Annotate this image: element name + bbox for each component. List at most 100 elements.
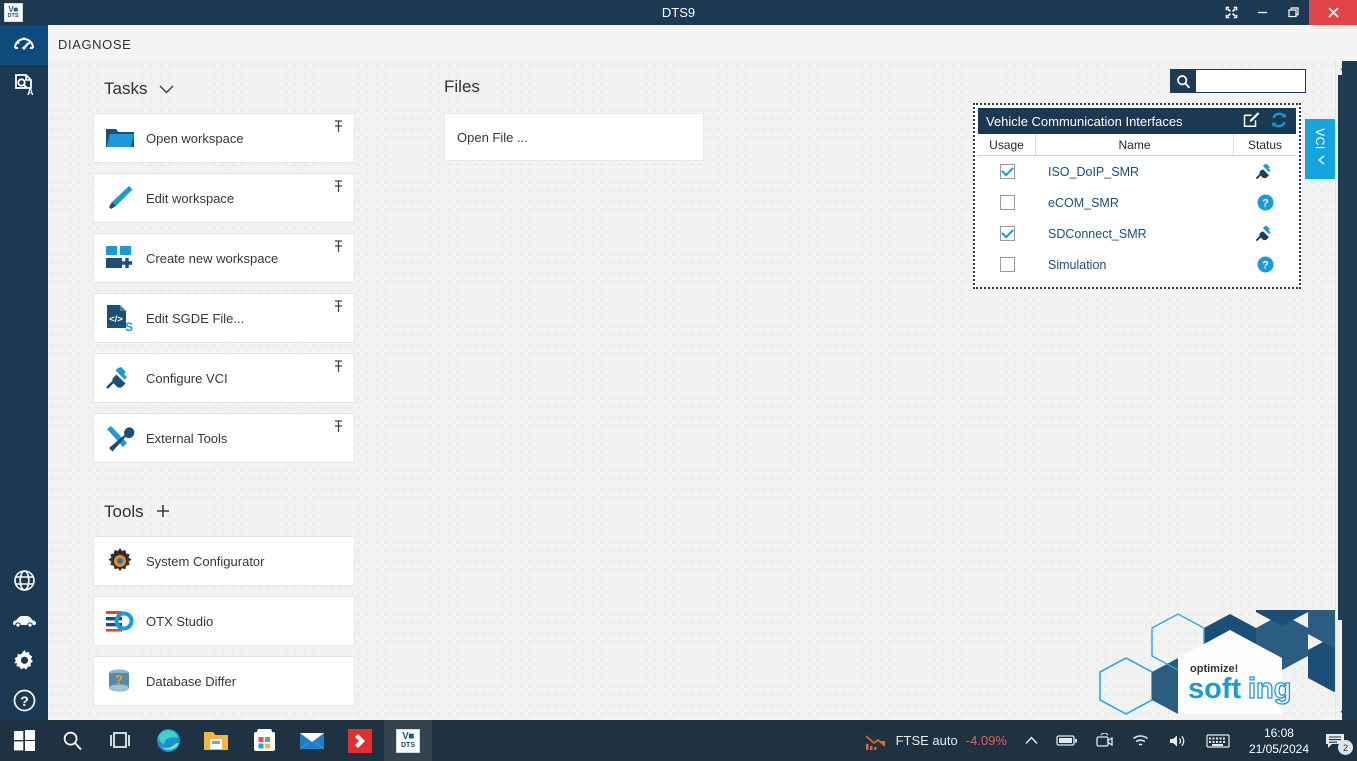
files-section-header: Files [444,77,480,97]
taskbar-clock[interactable]: 16:08 21/05/2024 [1239,725,1319,757]
battery-status-icon[interactable] [1047,720,1087,761]
table-row[interactable]: ISO_DoIP_SMR [978,156,1296,187]
vci-name: SDConnect_SMR [1036,227,1234,241]
code-file-icon: </> S [94,304,146,332]
task-label: Open workspace [146,131,244,146]
table-row[interactable]: SDConnect_SMR [978,218,1296,249]
left-navigation-rail: A [0,25,48,720]
taskbar-edge[interactable] [144,720,192,761]
task-view-button[interactable] [96,720,144,761]
vci-name: Simulation [1036,258,1234,272]
refresh-icon[interactable] [1270,111,1288,132]
vci-usage-checkbox[interactable] [1000,257,1015,272]
volume-control-icon[interactable] [1159,720,1197,761]
network-status-icon[interactable] [1122,720,1159,761]
taskbar-store[interactable] [240,720,288,761]
taskbar-search-button[interactable] [48,720,96,761]
vci-usage-checkbox[interactable] [1000,195,1015,210]
restore-fullscreen-button[interactable] [1216,0,1247,25]
pin-icon[interactable] [333,300,344,316]
svg-text:ing: ing [1248,673,1292,705]
meet-now-icon[interactable] [1087,720,1122,761]
search-input[interactable] [1196,69,1306,93]
sidebar-item-help[interactable]: ? [0,680,48,720]
task-label: Create new workspace [146,251,278,266]
svg-text:soft: soft [1188,673,1242,705]
pin-icon[interactable] [333,120,344,136]
task-card-configure-vci[interactable]: Configure VCI [93,353,355,403]
tool-card-system-configurator[interactable]: System Configurator [93,536,355,586]
tool-card-database-differ[interactable]: ? Database Differ [93,656,355,706]
stock-widget[interactable]: FTSE auto -4.09% [855,720,1016,761]
touch-keyboard-icon[interactable] [1197,720,1239,761]
pin-icon[interactable] [333,420,344,436]
scroll-up-button[interactable] [1336,61,1342,75]
task-card-edit-sgde-file[interactable]: </> S Edit SGDE File... [93,293,355,343]
table-row[interactable]: eCOM_SMR ? [978,187,1296,218]
edit-pencil-icon[interactable] [1243,111,1260,131]
task-view-icon [109,731,131,750]
database-question-icon: ? [94,667,146,695]
application-window: V■DTS DTS9 DIAGNOSE [0,0,1357,761]
task-card-create-new-workspace[interactable]: Create new workspace [93,233,355,283]
tasks-title: Tasks [104,79,147,99]
maximize-button[interactable] [1278,0,1309,25]
stock-down-icon [864,731,888,751]
main-content-area: Tasks Open workspace [48,61,1342,720]
sidebar-item-language[interactable] [0,560,48,600]
sidebar-item-vehicle[interactable] [0,600,48,640]
plus-icon[interactable] [156,504,170,521]
column-header-usage: Usage [978,134,1036,155]
start-button[interactable] [0,720,48,761]
svg-text:S: S [125,320,133,332]
taskbar-mail[interactable] [288,720,336,761]
scrollbar-thumb[interactable] [1338,75,1342,620]
search-icon[interactable] [1170,69,1196,93]
system-tray: FTSE auto -4.09% [855,720,1357,761]
pin-icon[interactable] [333,360,344,376]
tool-card-otx-studio[interactable]: OTX Studio [93,596,355,646]
task-card-edit-workspace[interactable]: Edit workspace [93,173,355,223]
taskbar-explorer[interactable] [192,720,240,761]
windows-taskbar: V■DTS FTSE auto -4.09% [0,720,1357,761]
table-row[interactable]: Simulation ? [978,249,1296,280]
notification-center-button[interactable]: 2 [1319,720,1357,761]
taskbar-app-red[interactable] [336,720,384,761]
plug-icon [94,365,146,391]
sidebar-item-diagnose[interactable] [0,25,48,65]
pin-icon[interactable] [333,180,344,196]
scroll-down-button[interactable] [1336,706,1342,720]
chevron-down-icon[interactable] [159,82,174,97]
vci-usage-checkbox[interactable] [1000,226,1015,241]
vertical-scrollbar[interactable] [1335,61,1342,720]
tools-section-header: Tools [104,502,170,522]
task-card-external-tools[interactable]: External Tools [93,413,355,463]
tool-label: System Configurator [146,554,265,569]
vci-usage-checkbox[interactable] [1000,164,1015,179]
title-bar: V■DTS DTS9 [0,0,1357,25]
module-header-bar [0,25,1357,61]
show-hidden-icons-button[interactable] [1016,720,1047,761]
pin-icon[interactable] [333,240,344,256]
close-button[interactable] [1309,0,1357,25]
task-label: Edit workspace [146,191,234,206]
minimize-button[interactable] [1247,0,1278,25]
battery-icon [1056,734,1078,747]
vci-table-header: Usage Name Status [978,134,1296,156]
taskbar-dts[interactable]: V■DTS [384,720,432,761]
globe-icon [12,568,37,593]
open-file-card[interactable]: Open File ... [444,113,704,161]
task-card-open-workspace[interactable]: Open workspace [93,113,355,163]
wifi-icon [1131,733,1150,748]
sidebar-item-document-search[interactable]: A [0,65,48,105]
sidebar-item-settings[interactable] [0,640,48,680]
notification-count: 2 [1338,740,1353,755]
svg-text:?: ? [115,672,123,687]
tool-label: OTX Studio [146,614,213,629]
gear-orange-icon [94,547,146,575]
stock-change: -4.09% [966,733,1007,748]
svg-text:?: ? [1262,198,1269,210]
vci-side-tab[interactable]: VCI [1305,119,1335,179]
search-box [1170,69,1306,93]
vci-panel-header: Vehicle Communication Interfaces [978,108,1296,134]
